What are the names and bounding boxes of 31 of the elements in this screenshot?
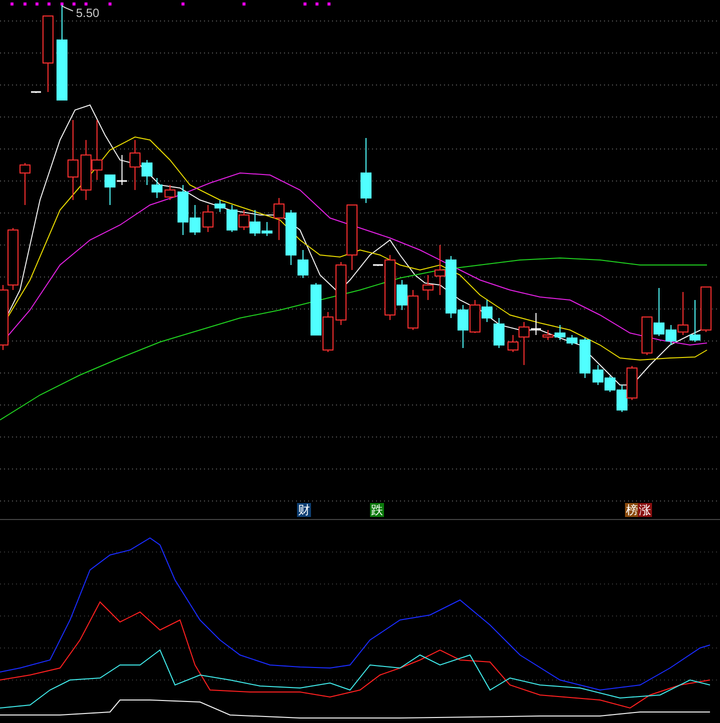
candlestick [310,282,322,336]
candlestick [700,286,712,332]
candlestick [31,91,41,94]
signal-tag: 跌 [370,503,384,517]
candlestick [92,120,102,180]
candlestick [494,318,504,348]
signal-tag: 财 [297,503,311,517]
candlestick [531,312,541,336]
candlestick [238,210,250,230]
candlestick [164,184,176,200]
candlestick [152,178,162,198]
candlestick [690,300,700,342]
candlestick [360,138,372,204]
candlestick [642,316,652,356]
candlestick [322,312,334,352]
candlestick [20,162,30,206]
signal-tag: 榜 [625,503,639,517]
candlestick [8,228,18,290]
price-label: 5.50 [76,7,100,19]
candlestick [336,262,346,326]
candlestick [346,204,358,270]
candlestick [373,264,383,266]
candlestick [592,364,604,386]
candlestick [408,290,418,330]
candlestick [626,366,638,400]
signal-tag: 涨 [638,503,652,517]
candlestick [80,140,92,200]
candlestick [117,154,127,186]
candlestick [104,174,116,206]
leader-line [62,6,74,12]
candlestick [580,338,590,378]
